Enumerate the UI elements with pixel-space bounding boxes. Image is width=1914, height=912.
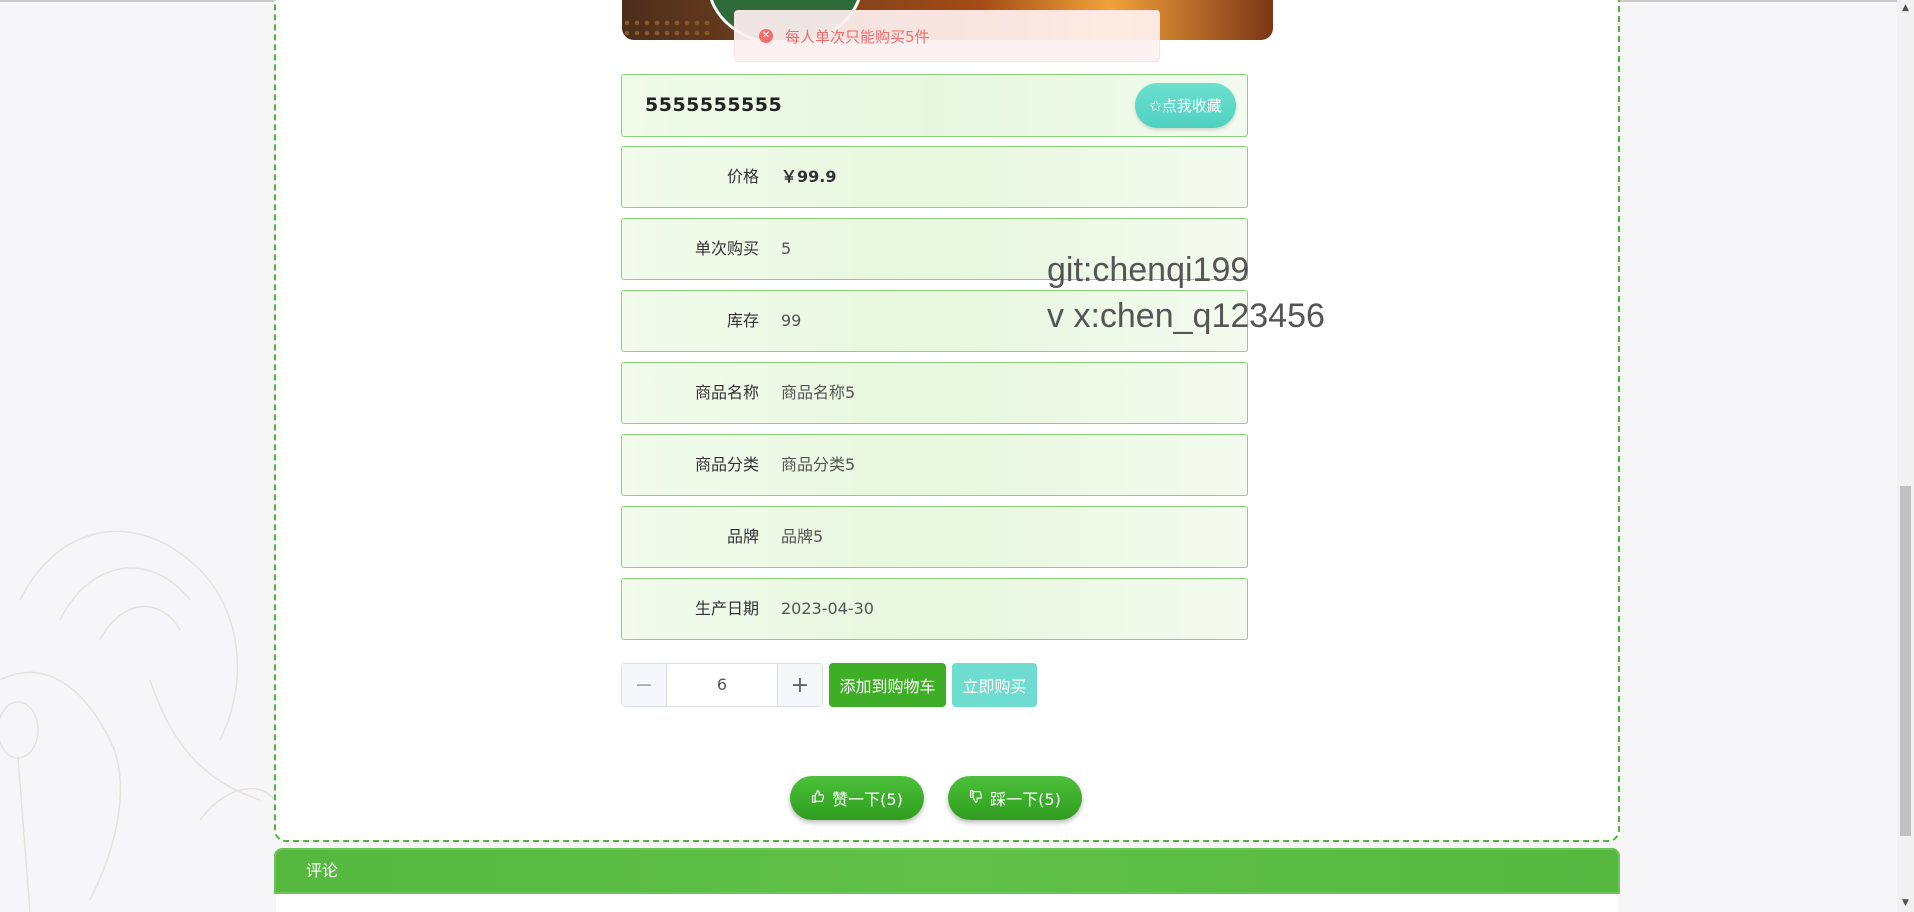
like-label: 赞一下(5) <box>832 790 903 809</box>
production-date-label: 生产日期 <box>694 599 759 618</box>
lotus-background-decoration <box>0 530 280 912</box>
category-label: 商品分类 <box>694 455 759 474</box>
add-to-cart-button[interactable]: 添加到购物车 <box>829 663 946 707</box>
price-label: 价格 <box>726 167 759 186</box>
purchase-limit-value: 5 <box>781 239 792 258</box>
scroll-up-arrow-icon[interactable]: ▲ <box>1897 0 1914 17</box>
thumb-down-icon <box>969 789 983 807</box>
comments-body <box>276 894 1618 912</box>
banner-pattern <box>622 18 712 40</box>
brand-value: 品牌5 <box>781 527 824 546</box>
watermark-line-1: git:chenqi199 <box>1047 251 1250 289</box>
info-row-production-date: 生产日期 2023-04-30 <box>621 578 1248 640</box>
product-title-row: 5555555555 ✩点我收藏 <box>621 74 1248 137</box>
watermark-line-2: v x:chen_q123456 <box>1047 297 1325 335</box>
thumb-up-icon <box>811 789 825 807</box>
page-scrollbar[interactable]: ▲ ▼ <box>1897 0 1914 912</box>
toast-message: 每人单次只能购买5件 <box>785 27 930 46</box>
info-row-product-name: 商品名称 商品名称5 <box>621 362 1248 424</box>
info-row-brand: 品牌 品牌5 <box>621 506 1248 568</box>
info-row-price: 价格 ￥99.9 <box>621 146 1248 208</box>
quantity-stepper[interactable]: − 6 + <box>621 663 823 707</box>
error-circle-icon: ✕ <box>759 29 773 43</box>
quantity-increase-button[interactable]: + <box>777 664 822 706</box>
scrollbar-thumb[interactable] <box>1900 486 1911 836</box>
scroll-down-arrow-icon[interactable]: ▼ <box>1897 895 1914 912</box>
info-row-category: 商品分类 商品分类5 <box>621 434 1248 496</box>
product-title: 5555555555 <box>645 94 783 116</box>
purchase-limit-label: 单次购买 <box>694 239 759 258</box>
comments-section-header: 评论 <box>274 848 1620 894</box>
product-name-value: 商品名称5 <box>781 383 856 402</box>
quantity-input[interactable]: 6 <box>667 664 777 706</box>
comments-title: 评论 <box>306 861 339 880</box>
brand-label: 品牌 <box>726 527 759 546</box>
favorite-button[interactable]: ✩点我收藏 <box>1135 83 1236 128</box>
category-value: 商品分类5 <box>781 455 856 474</box>
stock-label: 库存 <box>726 311 759 330</box>
like-button[interactable]: 赞一下(5) <box>790 776 924 820</box>
quantity-decrease-button[interactable]: − <box>622 664 667 706</box>
product-name-label: 商品名称 <box>694 383 759 402</box>
dislike-label: 踩一下(5) <box>990 790 1061 809</box>
dislike-button[interactable]: 踩一下(5) <box>948 776 1082 820</box>
price-value: ￥99.9 <box>781 167 837 186</box>
stock-value: 99 <box>781 311 802 330</box>
production-date-value: 2023-04-30 <box>781 599 874 618</box>
buy-now-button[interactable]: 立即购买 <box>952 663 1037 707</box>
error-toast: ✕ 每人单次只能购买5件 <box>734 10 1160 62</box>
